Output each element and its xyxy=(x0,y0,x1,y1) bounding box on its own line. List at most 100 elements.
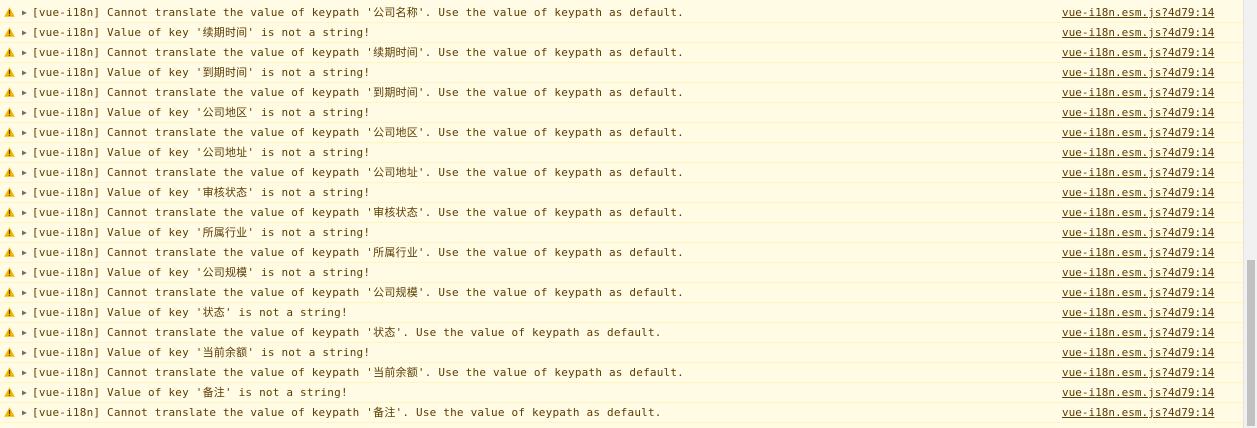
warning-icon xyxy=(4,227,15,237)
console-warning-row[interactable]: ▶ [vue-i18n] Value of key '公司规模' is not a… xyxy=(0,263,1244,283)
source-link[interactable]: vue-i18n.esm.js?4d79:14 xyxy=(1062,223,1214,242)
expand-triangle-icon[interactable]: ▶ xyxy=(22,323,30,342)
console-message-text: [vue-i18n] Value of key '审核状态' is not a … xyxy=(32,186,371,199)
console-message-text: [vue-i18n] Value of key '状态' is not a st… xyxy=(32,306,348,319)
source-link[interactable]: vue-i18n.esm.js?4d79:14 xyxy=(1062,323,1214,342)
expand-triangle-icon[interactable]: ▶ xyxy=(22,163,30,182)
console-warning-row[interactable]: ▶ [vue-i18n] Value of key '审核状态' is not a… xyxy=(0,183,1244,203)
expand-triangle-icon[interactable]: ▶ xyxy=(22,403,30,422)
expand-triangle-icon[interactable]: ▶ xyxy=(22,223,30,242)
expand-triangle-icon[interactable]: ▶ xyxy=(22,363,30,382)
console-warning-row[interactable]: ▶ [vue-i18n] Value of key '公司地区' is not a… xyxy=(0,103,1244,123)
expand-triangle-icon[interactable]: ▶ xyxy=(22,383,30,402)
console-warning-row[interactable]: ▶ [vue-i18n] Cannot translate the value o… xyxy=(0,243,1244,263)
warning-icon xyxy=(4,127,15,137)
console-message-text: [vue-i18n] Cannot translate the value of… xyxy=(32,406,662,419)
expand-triangle-icon[interactable]: ▶ xyxy=(22,3,30,22)
expand-triangle-icon[interactable]: ▶ xyxy=(22,143,30,162)
expand-triangle-icon[interactable]: ▶ xyxy=(22,123,30,142)
console-warning-row[interactable]: ▶ [vue-i18n] Value of key '公司地址' is not a… xyxy=(0,143,1244,163)
expand-triangle-icon[interactable]: ▶ xyxy=(22,283,30,302)
console-warning-row[interactable]: ▶ [vue-i18n] Value of key '续期时间' is not a… xyxy=(0,23,1244,43)
console-scrollbar[interactable] xyxy=(1243,0,1257,428)
console-message-text: [vue-i18n] Value of key '续期时间' is not a … xyxy=(32,26,371,39)
console-warning-row[interactable]: ▶ [vue-i18n] Value of key '到期时间' is not a… xyxy=(0,63,1244,83)
source-link[interactable]: vue-i18n.esm.js?4d79:14 xyxy=(1062,63,1214,82)
console-message-text: [vue-i18n] Value of key '到期时间' is not a … xyxy=(32,66,371,79)
console-warning-row[interactable]: ▶ [vue-i18n] Value of key '状态' is not a s… xyxy=(0,303,1244,323)
console-warning-row[interactable]: ▶ [vue-i18n] Cannot translate the value o… xyxy=(0,123,1244,143)
source-link[interactable]: vue-i18n.esm.js?4d79:14 xyxy=(1062,263,1214,282)
warning-icon xyxy=(4,287,15,297)
expand-triangle-icon[interactable]: ▶ xyxy=(22,303,30,322)
warning-icon xyxy=(4,87,15,97)
console-message-text: [vue-i18n] Value of key '公司地址' is not a … xyxy=(32,146,371,159)
source-link[interactable]: vue-i18n.esm.js?4d79:14 xyxy=(1062,83,1214,102)
scrollbar-thumb[interactable] xyxy=(1247,260,1255,426)
source-link[interactable]: vue-i18n.esm.js?4d79:14 xyxy=(1062,163,1214,182)
warning-icon xyxy=(4,107,15,117)
console-warning-row[interactable]: ▶ [vue-i18n] Value of key '所属行业' is not a… xyxy=(0,223,1244,243)
console-message-text: [vue-i18n] Cannot translate the value of… xyxy=(32,326,662,339)
warning-icon xyxy=(4,47,15,57)
source-link[interactable]: vue-i18n.esm.js?4d79:14 xyxy=(1062,243,1214,262)
console-warning-row[interactable]: ▶ [vue-i18n] Value of key '当前余额' is not a… xyxy=(0,343,1244,363)
console-warning-row[interactable]: ▶ [vue-i18n] Cannot translate the value o… xyxy=(0,43,1244,63)
warning-icon xyxy=(4,247,15,257)
source-link[interactable]: vue-i18n.esm.js?4d79:14 xyxy=(1062,383,1214,402)
source-link[interactable]: vue-i18n.esm.js?4d79:14 xyxy=(1062,403,1214,422)
source-link[interactable]: vue-i18n.esm.js?4d79:14 xyxy=(1062,283,1214,302)
console-message-text: [vue-i18n] Value of key '备注' is not a st… xyxy=(32,386,348,399)
warning-icon xyxy=(4,327,15,337)
expand-triangle-icon[interactable]: ▶ xyxy=(22,43,30,62)
source-link[interactable]: vue-i18n.esm.js?4d79:14 xyxy=(1062,123,1214,142)
source-link[interactable]: vue-i18n.esm.js?4d79:14 xyxy=(1062,363,1214,382)
expand-triangle-icon[interactable]: ▶ xyxy=(22,63,30,82)
console-warning-row[interactable]: ▶ [vue-i18n] Cannot translate the value o… xyxy=(0,363,1244,383)
console-message-text: [vue-i18n] Cannot translate the value of… xyxy=(32,166,685,179)
devtools-console: ▶ [vue-i18n] Cannot translate the value o… xyxy=(0,0,1257,428)
source-link[interactable]: vue-i18n.esm.js?4d79:14 xyxy=(1062,143,1214,162)
console-message-text: [vue-i18n] Value of key '公司地区' is not a … xyxy=(32,106,371,119)
source-link[interactable]: vue-i18n.esm.js?4d79:14 xyxy=(1062,3,1214,22)
console-message-list: ▶ [vue-i18n] Cannot translate the value o… xyxy=(0,3,1244,423)
warning-icon xyxy=(4,7,15,17)
warning-icon xyxy=(4,147,15,157)
expand-triangle-icon[interactable]: ▶ xyxy=(22,83,30,102)
console-warning-row[interactable]: ▶ [vue-i18n] Cannot translate the value o… xyxy=(0,3,1244,23)
console-message-text: [vue-i18n] Cannot translate the value of… xyxy=(32,206,685,219)
expand-triangle-icon[interactable]: ▶ xyxy=(22,343,30,362)
warning-icon xyxy=(4,167,15,177)
source-link[interactable]: vue-i18n.esm.js?4d79:14 xyxy=(1062,43,1214,62)
console-warning-row[interactable]: ▶ [vue-i18n] Cannot translate the value o… xyxy=(0,203,1244,223)
console-message-text: [vue-i18n] Value of key '当前余额' is not a … xyxy=(32,346,371,359)
console-warning-row[interactable]: ▶ [vue-i18n] Cannot translate the value o… xyxy=(0,83,1244,103)
source-link[interactable]: vue-i18n.esm.js?4d79:14 xyxy=(1062,203,1214,222)
warning-icon xyxy=(4,347,15,357)
expand-triangle-icon[interactable]: ▶ xyxy=(22,183,30,202)
console-message-text: [vue-i18n] Cannot translate the value of… xyxy=(32,286,685,299)
expand-triangle-icon[interactable]: ▶ xyxy=(22,203,30,222)
console-message-text: [vue-i18n] Value of key '公司规模' is not a … xyxy=(32,266,371,279)
warning-icon xyxy=(4,367,15,377)
console-warning-row[interactable]: ▶ [vue-i18n] Cannot translate the value o… xyxy=(0,163,1244,183)
warning-icon xyxy=(4,387,15,397)
source-link[interactable]: vue-i18n.esm.js?4d79:14 xyxy=(1062,23,1214,42)
expand-triangle-icon[interactable]: ▶ xyxy=(22,23,30,42)
console-message-text: [vue-i18n] Value of key '所属行业' is not a … xyxy=(32,226,371,239)
expand-triangle-icon[interactable]: ▶ xyxy=(22,263,30,282)
console-warning-row[interactable]: ▶ [vue-i18n] Cannot translate the value o… xyxy=(0,283,1244,303)
console-warning-row[interactable]: ▶ [vue-i18n] Value of key '备注' is not a s… xyxy=(0,383,1244,403)
expand-triangle-icon[interactable]: ▶ xyxy=(22,103,30,122)
source-link[interactable]: vue-i18n.esm.js?4d79:14 xyxy=(1062,303,1214,322)
warning-icon xyxy=(4,407,15,417)
warning-icon xyxy=(4,27,15,37)
expand-triangle-icon[interactable]: ▶ xyxy=(22,243,30,262)
source-link[interactable]: vue-i18n.esm.js?4d79:14 xyxy=(1062,343,1214,362)
warning-icon xyxy=(4,307,15,317)
console-message-text: [vue-i18n] Cannot translate the value of… xyxy=(32,366,685,379)
source-link[interactable]: vue-i18n.esm.js?4d79:14 xyxy=(1062,103,1214,122)
console-warning-row[interactable]: ▶ [vue-i18n] Cannot translate the value o… xyxy=(0,323,1244,343)
console-warning-row[interactable]: ▶ [vue-i18n] Cannot translate the value o… xyxy=(0,403,1244,423)
source-link[interactable]: vue-i18n.esm.js?4d79:14 xyxy=(1062,183,1214,202)
